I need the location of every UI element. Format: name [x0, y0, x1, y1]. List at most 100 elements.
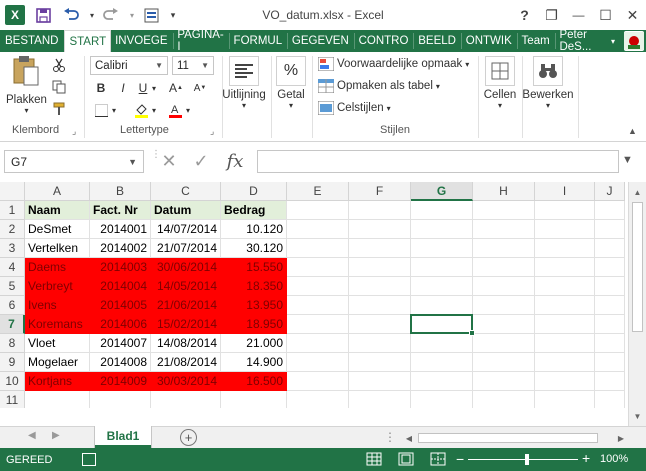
grid-cell[interactable] [349, 220, 411, 239]
cell-styles-button[interactable]: Celstijlen ▾ [318, 101, 391, 115]
grid-cell[interactable] [473, 277, 535, 296]
paste-button[interactable]: Plakken ▾ [6, 56, 47, 115]
scroll-up-icon[interactable]: ▲ [629, 184, 646, 200]
collapse-ribbon-icon[interactable]: ▲ [628, 126, 637, 136]
bold-button[interactable]: B [92, 79, 110, 97]
tab-data[interactable]: GEGEVEN [288, 30, 354, 52]
scroll-down-icon[interactable]: ▼ [629, 408, 646, 424]
tab-developer[interactable]: ONTWIK [462, 30, 517, 52]
grid-cell[interactable] [349, 277, 411, 296]
grid-cell[interactable] [151, 391, 221, 408]
borders-dropdown-icon[interactable]: ▾ [110, 101, 118, 119]
table-cell[interactable]: Ivens [25, 296, 90, 315]
row-header-3[interactable]: 3 [0, 239, 25, 258]
table-cell[interactable]: 2014002 [90, 239, 151, 258]
grid-cell[interactable] [287, 277, 349, 296]
font-color-icon[interactable]: A [166, 101, 184, 119]
table-cell[interactable]: 2014008 [90, 353, 151, 372]
grid-cell[interactable] [473, 201, 535, 220]
table-cell[interactable]: 15.550 [221, 258, 287, 277]
table-cell[interactable]: 14/07/2014 [151, 220, 221, 239]
tab-team[interactable]: Team [518, 30, 555, 52]
row-header-2[interactable]: 2 [0, 220, 25, 239]
grid-cell[interactable] [411, 220, 473, 239]
zoom-out-button[interactable]: − [456, 451, 464, 467]
tab-home[interactable]: START [64, 30, 112, 52]
grid-cell[interactable] [349, 201, 411, 220]
table-header-cell[interactable]: Bedrag [221, 201, 287, 220]
horizontal-scroll-thumb[interactable] [418, 433, 598, 443]
minimize-button[interactable]: — [565, 0, 592, 30]
grid-cell[interactable] [411, 315, 473, 334]
grid-cell[interactable] [595, 353, 625, 372]
table-cell[interactable]: 21.000 [221, 334, 287, 353]
undo-dropdown-icon[interactable]: ▾ [88, 4, 96, 26]
grid-cell[interactable] [411, 391, 473, 408]
grid-cell[interactable] [411, 372, 473, 391]
scroll-right-icon[interactable]: ▶ [614, 431, 628, 445]
table-cell[interactable]: Vloet [25, 334, 90, 353]
cells-button[interactable]: Cellen ▾ [480, 56, 520, 110]
table-cell[interactable]: 30.120 [221, 239, 287, 258]
table-cell[interactable]: Kortjans [25, 372, 90, 391]
grid-cell[interactable] [595, 372, 625, 391]
row-header-7[interactable]: 7 [0, 315, 25, 334]
grow-font-icon[interactable]: A ▲ [166, 79, 186, 97]
grid-cell[interactable] [595, 296, 625, 315]
grid-cell[interactable] [473, 258, 535, 277]
table-cell[interactable]: 2014003 [90, 258, 151, 277]
tab-review[interactable]: CONTRO [355, 30, 414, 52]
alignment-button[interactable]: Uitlijning ▾ [220, 56, 268, 110]
grid-cell[interactable] [287, 258, 349, 277]
select-all-corner[interactable] [0, 182, 25, 201]
grid-cell[interactable] [411, 334, 473, 353]
grid-cell[interactable] [349, 239, 411, 258]
page-break-view-icon[interactable] [430, 451, 446, 467]
table-cell[interactable]: Koremans [25, 315, 90, 334]
row-header-11[interactable]: 11 [0, 391, 25, 408]
redo-icon[interactable] [100, 4, 122, 26]
row-header-6[interactable]: 6 [0, 296, 25, 315]
user-account[interactable]: Peter DeS... ▾ [555, 29, 622, 53]
fill-color-dropdown-icon[interactable]: ▾ [150, 101, 158, 119]
close-button[interactable]: ✕ [619, 0, 646, 30]
column-header-i[interactable]: I [535, 182, 595, 201]
grid-cell[interactable] [535, 220, 595, 239]
avatar[interactable] [624, 31, 644, 51]
grid-cell[interactable] [535, 239, 595, 258]
shrink-font-icon[interactable]: A ▼ [190, 79, 210, 97]
table-header-cell[interactable]: Naam [25, 201, 90, 220]
column-header-c[interactable]: C [151, 182, 221, 201]
table-cell[interactable]: Daems [25, 258, 90, 277]
grid-cell[interactable] [411, 201, 473, 220]
grid-cell[interactable] [535, 315, 595, 334]
tab-insert[interactable]: INVOEGE [111, 30, 172, 52]
grid-cell[interactable] [349, 315, 411, 334]
grid-cell[interactable] [287, 334, 349, 353]
italic-button[interactable]: I [114, 79, 132, 97]
grid-cell[interactable] [411, 296, 473, 315]
underline-dropdown-icon[interactable]: ▾ [150, 79, 158, 97]
scroll-left-icon[interactable]: ◀ [402, 431, 416, 445]
table-cell[interactable]: Vertelken [25, 239, 90, 258]
zoom-in-button[interactable]: + [582, 450, 590, 466]
table-cell[interactable]: 21/08/2014 [151, 353, 221, 372]
column-header-d[interactable]: D [221, 182, 287, 201]
table-cell[interactable]: 30/03/2014 [151, 372, 221, 391]
table-cell[interactable]: 15/02/2014 [151, 315, 221, 334]
zoom-slider-handle[interactable] [525, 454, 529, 465]
table-cell[interactable]: 18.350 [221, 277, 287, 296]
grid-cell[interactable] [473, 372, 535, 391]
table-cell[interactable]: 21/06/2014 [151, 296, 221, 315]
grid-cell[interactable] [535, 277, 595, 296]
grid-cell[interactable] [595, 277, 625, 296]
editing-button[interactable]: Bewerken ▾ [522, 56, 574, 110]
table-cell[interactable]: 2014006 [90, 315, 151, 334]
grid-cell[interactable] [287, 372, 349, 391]
add-sheet-button[interactable]: + [180, 429, 197, 446]
ribbon-display-options-icon[interactable]: ❐ [538, 0, 565, 30]
font-color-dropdown-icon[interactable]: ▾ [184, 101, 192, 119]
customize-qat-icon[interactable]: ▾ [168, 4, 178, 26]
column-header-e[interactable]: E [287, 182, 349, 201]
formula-input[interactable] [257, 150, 619, 173]
